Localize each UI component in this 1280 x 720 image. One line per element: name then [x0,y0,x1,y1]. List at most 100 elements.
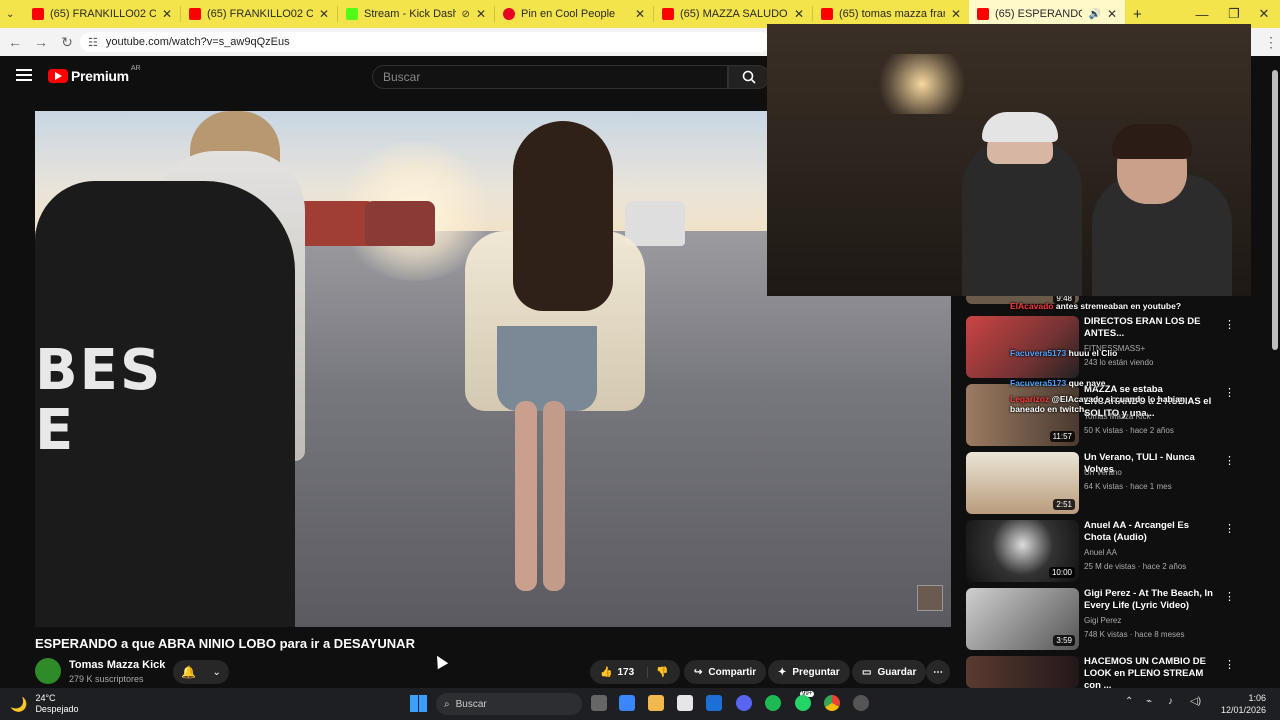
weather-widget[interactable]: 🌙 24°C Despejado [10,693,78,715]
more-actions-button[interactable]: ⋯ [926,660,950,684]
window-close-button[interactable]: ✕ [1248,0,1280,28]
pinterest-icon [503,8,515,20]
speaker-icon[interactable]: 🔊 [1088,9,1100,20]
recommendation-item[interactable]: 10:00 Anuel AA - Arcangel Es Chota (Audi… [966,520,1266,582]
ask-button[interactable]: ✦ Preguntar [768,660,850,684]
tab-search-dropdown[interactable]: ⌄ [0,0,24,28]
reload-icon[interactable]: ↻ [56,34,78,51]
recommendation-item[interactable]: 2:51 Un Verano, TULI - Nunca Volves Un V… [966,452,1266,514]
volume-icon[interactable]: ◁) [1190,696,1201,707]
more-vert-icon[interactable]: ⋮ [1224,318,1235,331]
recommendation-item[interactable]: HACEMOS UN CAMBIO DE LOOK en PLENO STREA… [966,656,1266,691]
search-icon: ⌕ [444,698,450,710]
chrome-icon[interactable] [824,695,840,711]
youtube-play-icon [48,69,68,83]
channel-row: Tomas Mazza Kick 279 K suscriptores 🔔 ⌄ … [35,658,955,688]
more-vert-icon[interactable]: ⋮ [1224,454,1235,467]
bookmark-icon: ▭ [862,666,872,678]
video-thumbnail [966,656,1079,688]
microphone-icon[interactable]: ♪ [1168,696,1173,707]
spotify-icon[interactable] [765,695,781,711]
shirt-print: BES E [35,338,163,463]
store-icon[interactable] [677,695,693,711]
video-corner-thumbnail [917,585,943,611]
search-button[interactable] [728,65,770,89]
youtube-icon [821,8,833,20]
back-icon[interactable]: ← [4,34,26,50]
youtube-logo[interactable]: Premium AR [48,65,141,84]
settings-icon[interactable] [853,695,869,711]
task-view-icon[interactable] [591,695,607,711]
browser-tab[interactable]: (65) FRANKILLO02 Clips - YouTube ✕ [181,0,337,28]
youtube-icon [189,8,201,20]
forward-icon[interactable]: → [30,34,52,50]
close-icon[interactable]: ✕ [319,7,329,21]
chat-message: ElAcavado antes stremeaban en youtube? [1010,301,1182,311]
dislike-button[interactable]: 👎 [648,667,668,678]
discord-icon[interactable] [736,695,752,711]
subscribe-notification-button[interactable]: 🔔 ⌄ [173,660,229,684]
youtube-icon [32,8,44,20]
close-icon[interactable]: ✕ [476,7,486,21]
scrollbar-thumb[interactable] [1272,70,1278,350]
mute-icon[interactable]: ⊘ [462,9,470,20]
channel-avatar[interactable] [35,658,61,684]
page-scrollbar[interactable] [1270,56,1280,688]
webcam-overlay [767,24,1251,296]
like-button[interactable]: 👍 173 [590,666,648,678]
close-icon[interactable]: ✕ [951,7,961,21]
thumbs-up-icon: 👍 [600,666,613,678]
thumbs-down-icon: 👎 [656,666,669,678]
mail-icon[interactable] [706,695,722,711]
video-title: ESPERANDO a que ABRA NINIO LOBO para ir … [35,636,415,651]
browser-tab[interactable]: Pin en Cool People ✕ [495,0,653,28]
close-icon[interactable]: ✕ [162,7,172,21]
video-thumbnail: 2:51 [966,452,1079,514]
close-icon[interactable]: ✕ [1107,7,1117,21]
network-icon[interactable]: ⌁ [1146,696,1152,707]
file-explorer-icon[interactable] [648,695,664,711]
moon-icon: 🌙 [10,695,28,712]
browser-tab[interactable]: (65) FRANKILLO02 Clips - YouTube ✕ [24,0,180,28]
like-dislike-group: 👍 173 👎 [590,660,680,684]
close-icon[interactable]: ✕ [794,7,804,21]
menu-icon[interactable] [16,69,32,81]
recommendation-item[interactable]: 3:59 Gigi Perez - At The Beach, In Every… [966,588,1266,650]
channel-name[interactable]: Tomas Mazza Kick [69,659,165,671]
cap [982,112,1058,142]
subscriber-count: 279 K suscriptores [69,674,144,684]
close-icon[interactable]: ✕ [635,7,645,21]
video-thumbnail [966,316,1079,378]
chat-message: Facuvera5173 que naye [1010,378,1106,388]
more-vert-icon[interactable]: ⋮ [1224,386,1235,399]
more-vert-icon[interactable]: ⋮ [1224,590,1235,603]
whatsapp-icon[interactable] [795,695,811,711]
url-field[interactable]: ☷ youtube.com/watch?v=s_aw9qQzEus [80,32,770,52]
chevron-down-icon: ⌄ [212,666,221,678]
clock[interactable]: 1:06 12/01/2026 [1221,692,1266,716]
chat-message: Facuvera5173 huuu el Clio [1010,348,1118,358]
site-info-icon[interactable]: ☷ [88,36,98,49]
menu-dots-icon[interactable]: ⋮ [1260,34,1280,51]
bell-icon: 🔔 [181,665,197,679]
save-button[interactable]: ▭ Guardar [852,660,927,684]
kick-icon [346,8,358,20]
taskbar-search[interactable]: ⌕ Buscar [436,693,582,715]
copilot-icon[interactable] [619,695,635,711]
video-thumbnail: 3:59 [966,588,1079,650]
recommendation-item[interactable]: DIRECTOS ERAN LOS DE ANTES... FITNESSMAS… [966,316,1266,378]
browser-tab[interactable]: Stream - Kick Dashboard ⊘ ✕ [338,0,494,28]
windows-start-icon[interactable] [410,695,427,712]
taskbar: 🌙 24°C Despejado ⌕ Buscar 99+ ⌃ ⌁ ♪ ◁) 1… [0,688,1280,720]
more-vert-icon[interactable]: ⋮ [1224,658,1235,671]
search-input[interactable]: Buscar [372,65,728,89]
more-vert-icon[interactable]: ⋮ [1224,522,1235,535]
tray-chevron-icon[interactable]: ⌃ [1125,696,1133,707]
sparkle-icon: ✦ [778,666,787,678]
more-icon: ⋯ [933,666,943,678]
share-icon: ↪ [694,666,703,678]
youtube-icon [662,8,674,20]
video-thumbnail: 10:00 [966,520,1079,582]
youtube-icon [977,8,989,20]
share-button[interactable]: ↪ Compartir [684,660,767,684]
